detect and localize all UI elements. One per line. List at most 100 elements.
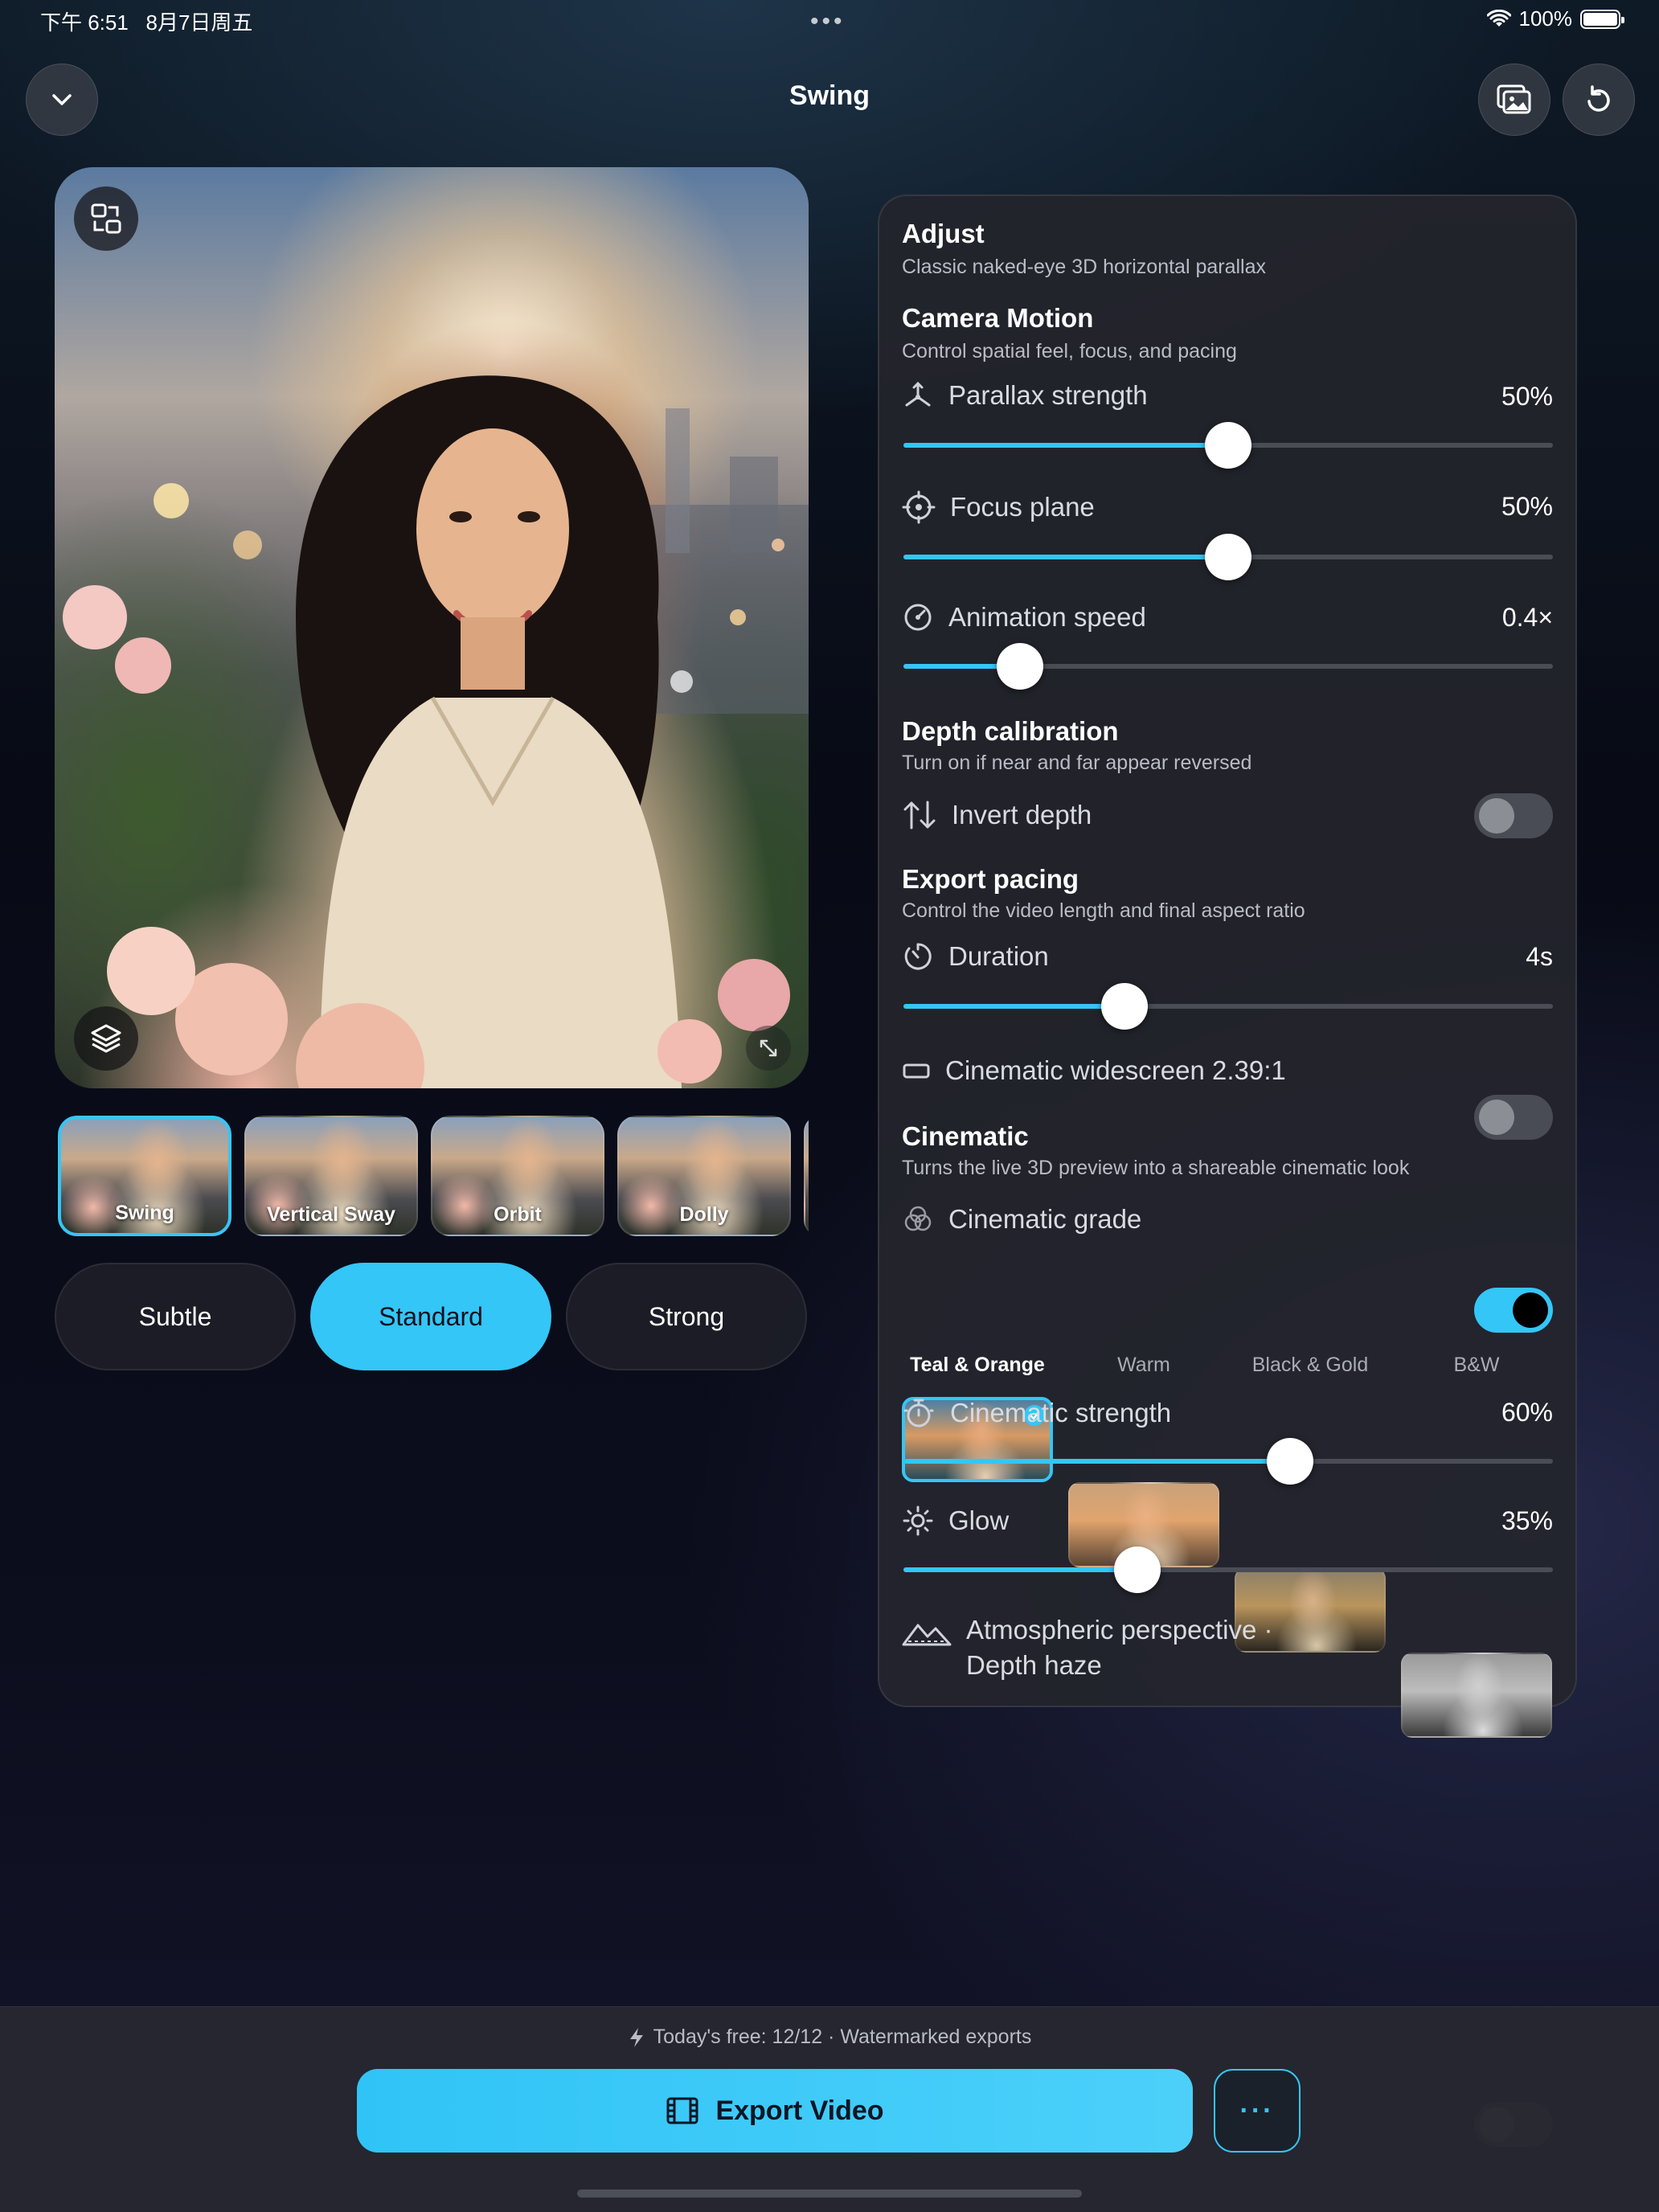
focus-label: Focus plane: [950, 492, 1095, 522]
cinematic-grade-toggle[interactable]: [1474, 1288, 1553, 1333]
duration-value: 4s: [1526, 942, 1553, 971]
photo-gallery-icon: [1497, 84, 1531, 114]
wifi-icon: [1486, 9, 1511, 27]
glow-slider[interactable]: [903, 1546, 1553, 1593]
duration-row: Duration: [902, 940, 1049, 973]
camera-motion-title: Camera Motion: [902, 303, 1094, 333]
swap-depth-button[interactable]: [74, 186, 138, 251]
motion-thumb-vertical-sway[interactable]: Vertical Sway: [244, 1116, 418, 1236]
parallax-icon: [905, 381, 931, 407]
motion-thumb-orbit[interactable]: Orbit: [431, 1116, 604, 1236]
glow-value: 35%: [1501, 1506, 1553, 1535]
reset-button[interactable]: [1563, 63, 1635, 136]
motion-thumb-label: Orbit: [494, 1203, 542, 1226]
speed-label: Animation speed: [948, 602, 1146, 632]
stopwatch-icon: [903, 1399, 934, 1428]
intensity-subtle-button[interactable]: Subtle: [55, 1263, 296, 1370]
export-video-button[interactable]: Export Video: [357, 2069, 1193, 2153]
adjust-title: Adjust: [902, 219, 985, 248]
reset-icon: [1587, 85, 1610, 112]
battery-percent: 100%: [1518, 6, 1573, 31]
multitask-dots[interactable]: •••: [810, 8, 846, 35]
invert-depth-label: Invert depth: [952, 800, 1092, 830]
home-indicator: [577, 2189, 1082, 2198]
invert-depth-row: Invert depth: [902, 799, 1092, 831]
adjust-subtitle: Classic naked-eye 3D horizontal parallax: [902, 256, 1267, 278]
expand-button[interactable]: [746, 1026, 791, 1071]
depth-subtitle: Turn on if near and far appear reversed: [902, 752, 1252, 774]
glow-row: Glow: [902, 1505, 1009, 1537]
focus-slider-thumb[interactable]: [1205, 534, 1251, 580]
layers-button[interactable]: [74, 1006, 138, 1071]
duration-slider-thumb[interactable]: [1100, 983, 1148, 1030]
battery-icon: [1580, 9, 1624, 29]
invert-depth-toggle[interactable]: [1474, 793, 1553, 838]
grade-label: Warm: [1117, 1354, 1170, 1376]
photo-preview[interactable]: [55, 167, 809, 1088]
cinematic-strength-row: Cinematic strength: [902, 1396, 1171, 1430]
bolt-icon: [629, 2027, 643, 2047]
cinematic-strength-slider-thumb[interactable]: [1266, 1438, 1313, 1485]
film-icon: [666, 2097, 698, 2124]
duration-slider[interactable]: [903, 983, 1553, 1030]
export-pacing-subtitle: Control the video length and final aspec…: [902, 899, 1305, 922]
motion-thumb-label: Swing: [115, 1202, 174, 1224]
parallax-value: 50%: [1501, 382, 1553, 411]
page-title: Swing: [789, 80, 870, 111]
parallax-slider-thumb[interactable]: [1205, 422, 1251, 469]
focus-slider[interactable]: [903, 534, 1553, 580]
parallax-label: Parallax strength: [948, 380, 1148, 410]
grade-label: Teal & Orange: [910, 1354, 1045, 1376]
grade-label: Black & Gold: [1251, 1354, 1369, 1376]
duration-label: Duration: [948, 941, 1049, 971]
widescreen-icon: [903, 1063, 930, 1079]
crosshair-icon: [902, 490, 936, 524]
motion-thumb-label: Dolly: [679, 1203, 729, 1226]
glow-label: Glow: [948, 1505, 1010, 1535]
layers-icon: [91, 1024, 121, 1053]
widescreen-toggle[interactable]: [1474, 1095, 1553, 1140]
cinematic-grade-label: Cinematic grade: [948, 1204, 1142, 1234]
haze-label-line2: Depth haze: [966, 1650, 1102, 1680]
sort-arrows-icon: [903, 801, 936, 830]
swap-icon: [91, 203, 121, 234]
color-grade-icon: [904, 1206, 932, 1231]
export-pacing-title: Export pacing: [902, 864, 1079, 894]
widescreen-row: Cinematic widescreen 2.39:1: [902, 1055, 1286, 1086]
intensity-standard-button[interactable]: Standard: [310, 1263, 551, 1370]
speed-slider[interactable]: [903, 643, 1553, 690]
depth-title: Depth calibration: [902, 716, 1119, 746]
portrait-illustration: [63, 375, 809, 1088]
gallery-button[interactable]: [1478, 63, 1550, 136]
focus-row: Focus plane: [902, 490, 1095, 524]
timer-icon: [904, 943, 932, 970]
parallax-slider[interactable]: [903, 422, 1553, 469]
free-quota-text: Today's free: 12/12 · Watermarked export…: [653, 2026, 1032, 2048]
grade-label: B&W: [1453, 1354, 1500, 1376]
camera-motion-subtitle: Control spatial feel, focus, and pacing: [902, 340, 1237, 363]
focus-value: 50%: [1501, 492, 1553, 521]
speed-row: Animation speed: [902, 601, 1146, 633]
haze-row: Atmospheric perspective · Depth haze: [902, 1612, 1272, 1683]
intensity-strong-button[interactable]: Strong: [566, 1263, 807, 1370]
status-right: 100%: [1486, 6, 1624, 31]
motion-thumb-more[interactable]: [804, 1116, 809, 1236]
free-quota-note: Today's free: 12/12 · Watermarked export…: [0, 2026, 1659, 2049]
cinematic-grade-row: Cinematic grade: [902, 1203, 1141, 1235]
cinematic-strength-label: Cinematic strength: [950, 1398, 1172, 1428]
mountains-icon: [902, 1624, 952, 1646]
cinematic-subtitle: Turns the live 3D preview into a shareab…: [902, 1157, 1410, 1179]
status-time: 下午 6:51 8月7日周五: [40, 10, 253, 35]
cinematic-title: Cinematic: [902, 1121, 1029, 1151]
speedometer-icon: [904, 604, 932, 631]
haze-label-line1: Atmospheric perspective ·: [966, 1615, 1273, 1645]
cinematic-strength-slider[interactable]: [903, 1438, 1553, 1485]
more-options-button[interactable]: ···: [1214, 2069, 1301, 2153]
glow-slider-thumb[interactable]: [1113, 1546, 1161, 1593]
motion-thumb-dolly[interactable]: Dolly: [617, 1116, 791, 1236]
motion-thumb-label: Vertical Sway: [267, 1203, 395, 1226]
export-video-label: Export Video: [715, 2095, 884, 2126]
grade-bw[interactable]: [1401, 1653, 1552, 1738]
sun-icon: [903, 1505, 933, 1536]
motion-thumb-swing[interactable]: Swing: [58, 1116, 231, 1236]
